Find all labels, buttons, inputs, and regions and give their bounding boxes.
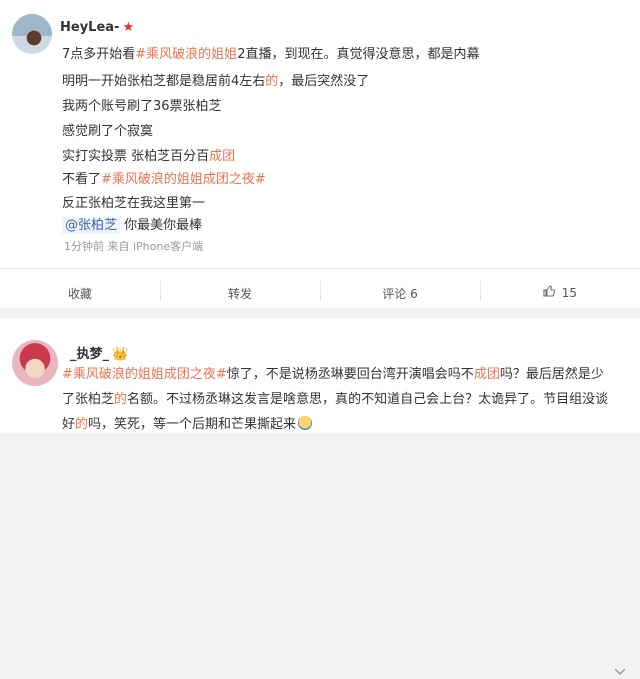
chevron-down-icon[interactable] (614, 665, 626, 679)
crown-badge-icon: 👑 (112, 347, 129, 362)
post-line-1: 7点多开始看#乘风破浪的姐姐2直播，到现在。真觉得没意思，都是内幕 (62, 47, 480, 62)
post-meta: 1分钟前 来自 iPhone客户端 (64, 240, 204, 253)
topic-link[interactable]: #乘风破浪的姐姐成团之夜# (101, 172, 266, 187)
post-username[interactable]: HeyLea- ★ (60, 20, 134, 35)
comment-line-2: 了张柏芝的名额。不过杨丞琳这发言是啥意思，真的不知道自己会上台？太诡异了。节目组… (62, 392, 609, 407)
comment-line-1: #乘风破浪的姐姐成团之夜#惊了，不是说杨丞琳要回台湾开演唱会吗不成团吗？最后居然… (62, 367, 604, 382)
avatar[interactable] (12, 14, 52, 54)
post-line-5: 实打实投票 张柏芝百分百成团 (62, 149, 236, 164)
repost-button[interactable]: 转发 (228, 285, 252, 302)
post-line-2: 明明一开始张柏芝都是稳居前4左右的，最后突然没了 (62, 74, 370, 89)
post-line-8: @张柏芝 你最美你最棒 (62, 214, 202, 234)
weibo-post-card: HeyLea- ★ 7点多开始看#乘风破浪的姐姐2直播，到现在。真觉得没意思，都是… (0, 0, 640, 308)
post-line-7: 反正张柏芝在我这里第一 (62, 196, 206, 211)
divider (160, 281, 161, 301)
emoji-icon (298, 416, 313, 430)
star-badge-icon: ★ (122, 20, 135, 35)
mention-link[interactable]: @张柏芝 (62, 217, 121, 234)
comment-button[interactable]: 评论 6 (382, 285, 417, 302)
favorite-button[interactable]: 收藏 (68, 285, 92, 302)
topic-link[interactable]: #乘风破浪的姐姐 (135, 47, 237, 62)
comment-username[interactable]: _执梦_ 👑 (70, 343, 128, 362)
post-line-6: 不看了#乘风破浪的姐姐成团之夜# (62, 172, 266, 187)
avatar[interactable] (12, 340, 58, 386)
post-line-4: 感觉刷了个寂寞 (62, 124, 154, 139)
divider (0, 268, 640, 269)
post-line-3: 我两个账号刷了36票张柏芝 (62, 99, 222, 114)
divider (320, 281, 321, 301)
like-button[interactable]: 15 (543, 285, 577, 300)
topic-link[interactable]: #乘风破浪的姐姐成团之夜# (62, 367, 227, 382)
comment-line-3: 好的吗，笑死，等一个后期和芒果撕起来 (62, 413, 313, 432)
thumbs-up-icon (543, 285, 559, 300)
divider (480, 281, 481, 301)
